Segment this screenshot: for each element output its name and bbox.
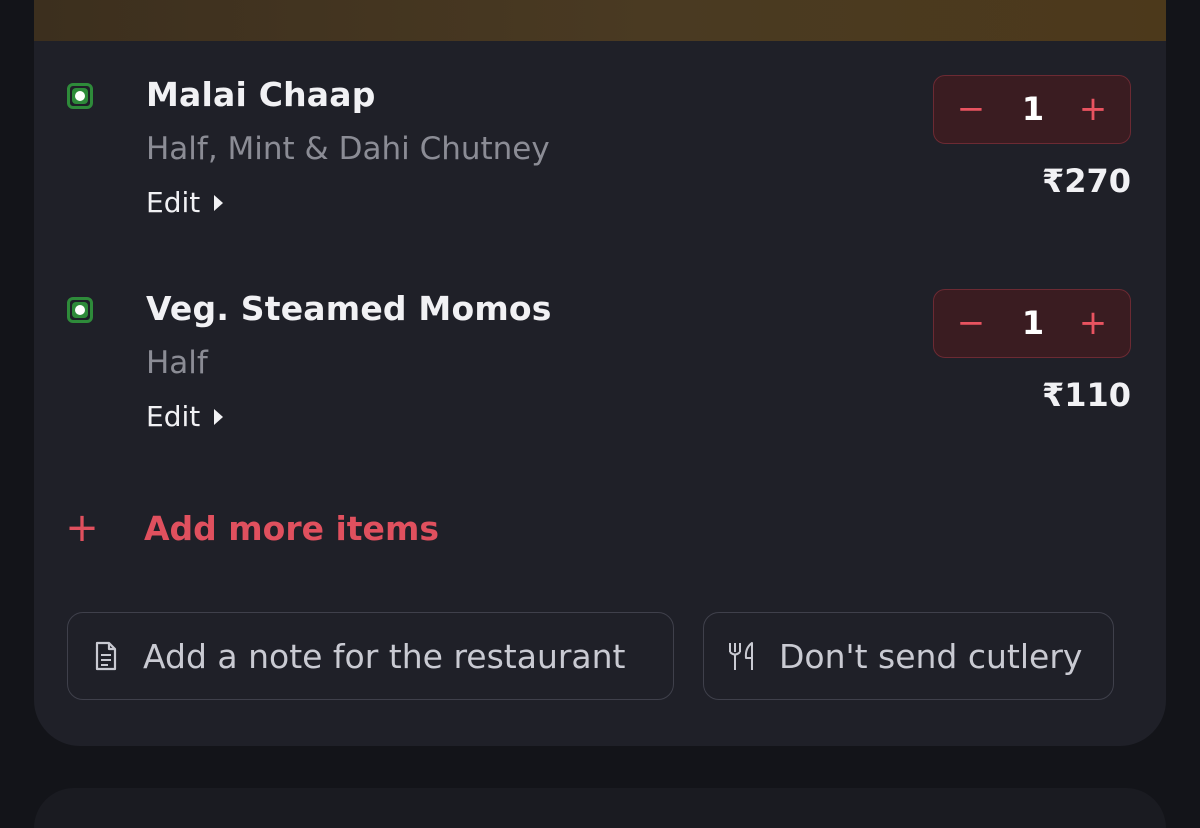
item-price: ₹270 xyxy=(1041,162,1131,200)
item-description: Half xyxy=(146,345,208,381)
cart-card: Malai Chaap Half, Mint & Dahi Chutney Ed… xyxy=(34,0,1166,746)
caret-right-icon xyxy=(214,194,224,211)
next-section-card xyxy=(34,788,1166,828)
add-more-items-button[interactable]: + Add more items xyxy=(64,505,439,551)
dont-send-cutlery-button[interactable]: Don't send cutlery xyxy=(703,612,1114,700)
edit-item-link[interactable]: Edit xyxy=(146,400,224,433)
veg-indicator-icon xyxy=(67,83,93,109)
add-note-button[interactable]: Add a note for the restaurant xyxy=(67,612,674,700)
cutlery-icon xyxy=(727,638,757,674)
edit-item-link[interactable]: Edit xyxy=(146,186,224,219)
caret-right-icon xyxy=(214,408,224,425)
item-description: Half, Mint & Dahi Chutney xyxy=(146,131,550,167)
add-more-items-label: Add more items xyxy=(144,508,439,548)
quantity-stepper: − 1 + xyxy=(933,289,1131,358)
quantity-stepper: − 1 + xyxy=(933,75,1131,144)
item-name: Veg. Steamed Momos xyxy=(146,289,552,328)
restaurant-banner xyxy=(34,0,1166,41)
increment-button[interactable]: + xyxy=(1060,290,1126,356)
edit-label: Edit xyxy=(146,400,201,433)
add-note-label: Add a note for the restaurant xyxy=(143,636,626,676)
dont-send-cutlery-label: Don't send cutlery xyxy=(779,636,1083,676)
plus-icon: + xyxy=(65,505,99,551)
quantity-value: 1 xyxy=(1021,90,1045,128)
decrement-button[interactable]: − xyxy=(938,290,1004,356)
edit-label: Edit xyxy=(146,186,201,219)
veg-indicator-icon xyxy=(67,297,93,323)
quantity-value: 1 xyxy=(1021,304,1045,342)
item-name: Malai Chaap xyxy=(146,75,376,114)
item-price: ₹110 xyxy=(1041,376,1131,414)
decrement-button[interactable]: − xyxy=(938,76,1004,142)
document-icon xyxy=(91,638,121,674)
increment-button[interactable]: + xyxy=(1060,76,1126,142)
